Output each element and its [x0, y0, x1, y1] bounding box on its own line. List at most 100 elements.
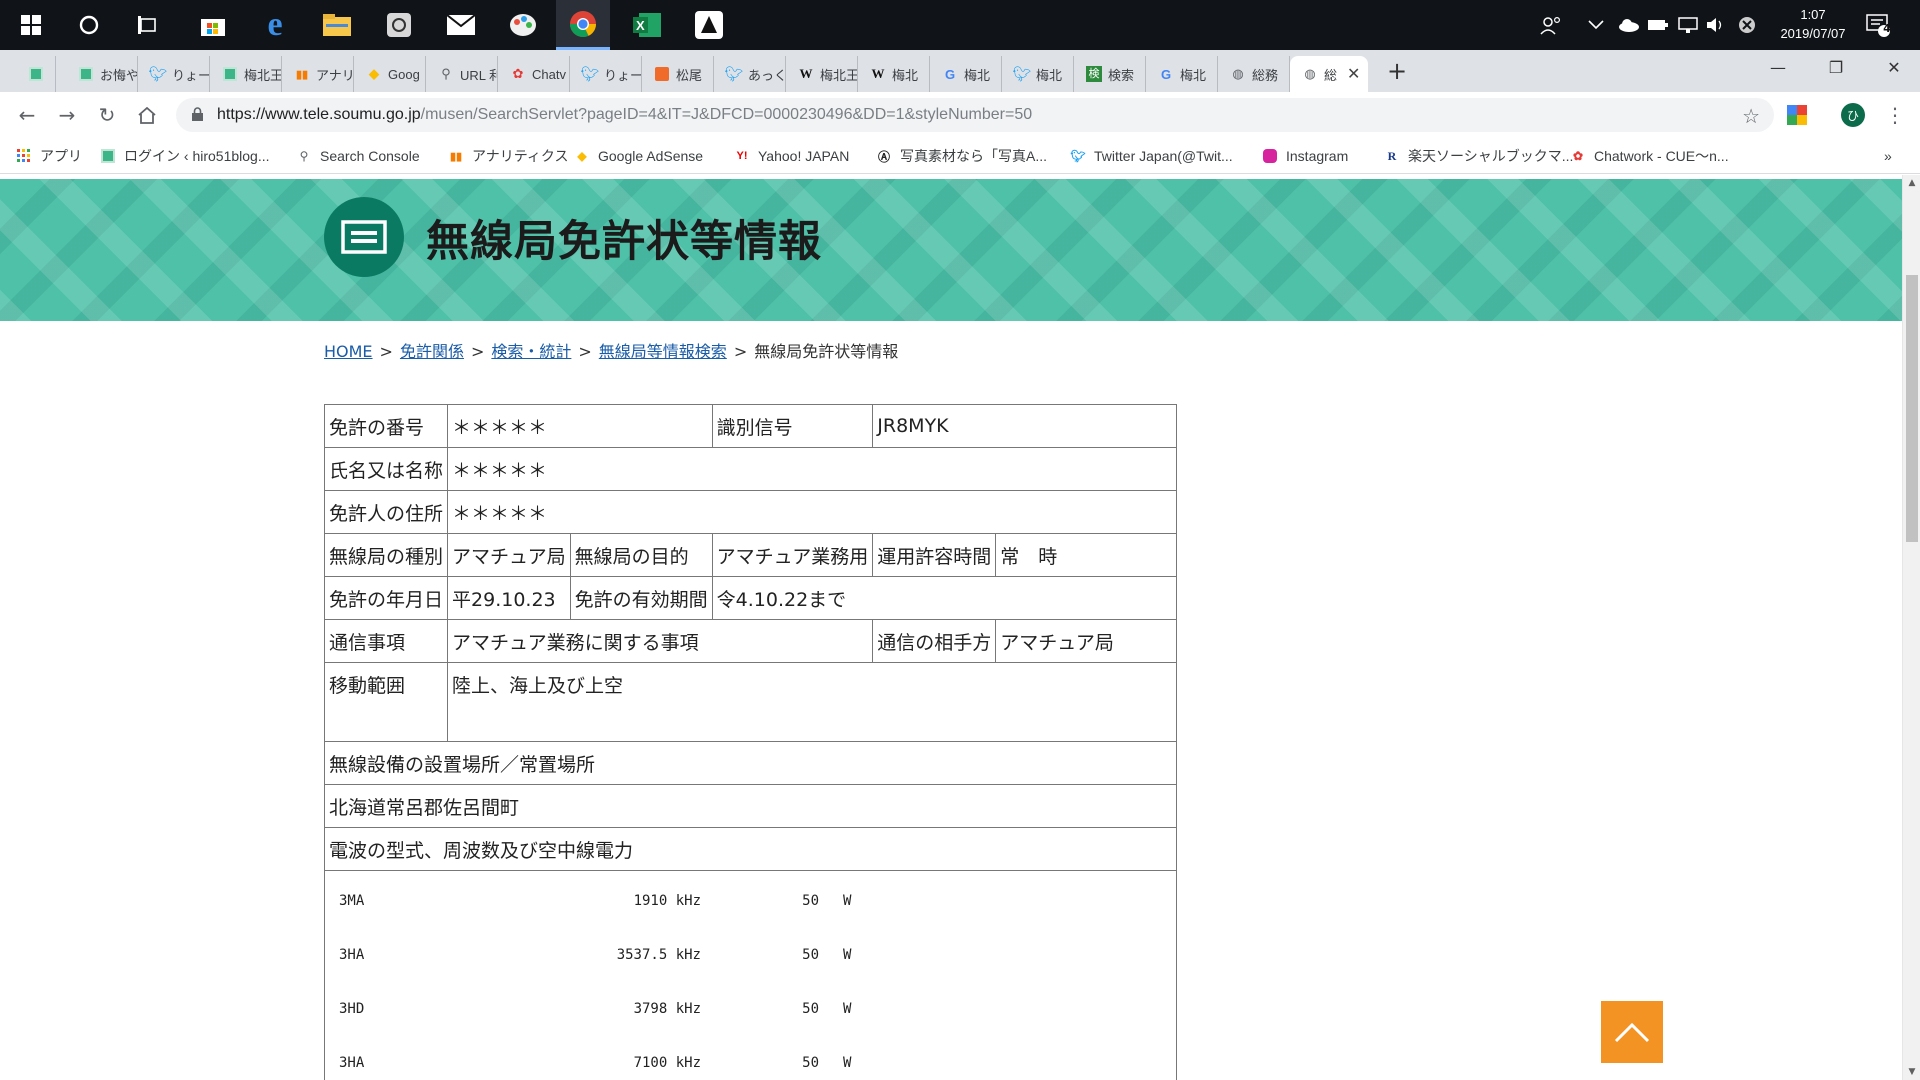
people-icon[interactable] — [1540, 0, 1562, 50]
page-scrollbar[interactable]: ▲ ▼ — [1902, 175, 1920, 1080]
bookmark-item[interactable]: ログイン ‹ hiro51blog... — [100, 146, 270, 166]
mobile-range-value: 陸上、海上及び上空 — [447, 662, 1177, 742]
tab-label: Chatv — [532, 66, 566, 82]
breadcrumb-home[interactable]: HOME — [324, 342, 373, 361]
ime-off-icon[interactable] — [1738, 0, 1756, 50]
bookmark-item[interactable]: Y! Yahoo! JAPAN — [734, 146, 850, 166]
bookmark-item[interactable]: アプリ — [16, 146, 82, 166]
browser-tab[interactable]: G 梅北 — [930, 56, 1002, 92]
svg-text:X: X — [636, 18, 645, 33]
bookmarks-overflow-button[interactable]: » — [1884, 146, 1892, 166]
app-icon[interactable] — [682, 0, 736, 50]
tab-label: 梅北 — [1036, 67, 1063, 83]
task-view-icon[interactable] — [122, 0, 176, 50]
location-value: 北海道常呂郡佐呂間町 — [324, 784, 1177, 828]
extension-icon[interactable] — [1782, 100, 1812, 130]
action-center-icon[interactable]: 4 — [1866, 0, 1891, 50]
volume-icon[interactable] — [1706, 0, 1726, 50]
emission-type: 3HA — [339, 947, 365, 963]
emission-power: 50 — [802, 1001, 819, 1017]
bookmark-item[interactable]: R 楽天ソーシャルブックマ... — [1384, 146, 1574, 166]
close-window-icon[interactable]: ✕ — [1864, 50, 1920, 84]
mail-icon[interactable] — [434, 0, 488, 50]
browser-tab[interactable]: W 梅北王 — [786, 56, 858, 92]
minimize-window-icon[interactable]: — — [1748, 50, 1808, 84]
cortana-search-icon[interactable] — [62, 0, 116, 50]
browser-tab[interactable]: ◍ 総務 — [1218, 56, 1290, 92]
breadcrumb-separator: > — [379, 342, 393, 361]
bookmark-item[interactable]: Ⓐ 写真素材なら「写真A... — [876, 146, 1047, 166]
emission-row: 3HA 3537.5 kHz 50 W — [325, 925, 1176, 979]
browser-tab[interactable]: 検検索 — [1074, 56, 1146, 92]
windows-start-icon[interactable] — [4, 0, 58, 50]
edge-icon[interactable]: e — [248, 0, 302, 50]
paint-3d-icon[interactable] — [496, 0, 550, 50]
address-bar[interactable]: https://www.tele.soumu.go.jp/musen/Searc… — [176, 98, 1774, 132]
bookmark-item[interactable]: ✿ Chatwork - CUE～n... — [1570, 146, 1729, 166]
back-to-top-button[interactable] — [1601, 1001, 1663, 1063]
tab-active[interactable]: ◍ 総 ✕ — [1290, 56, 1368, 92]
bookmark-star-icon[interactable]: ☆ — [1742, 104, 1760, 129]
breadcrumb-musenkyoku[interactable]: 無線局等情報検索 — [599, 342, 727, 361]
restore-window-icon[interactable]: ❐ — [1806, 50, 1866, 84]
license-number-label: 免許の番号 — [323, 404, 449, 448]
menu-icon[interactable]: ⋮ — [1880, 100, 1910, 130]
browser-tab[interactable] — [16, 56, 56, 92]
browser-tab[interactable]: W 梅北 — [858, 56, 930, 92]
table-row: 無線設備の設置場所／常置場所 — [324, 741, 1177, 785]
purpose-label: 無線局の目的 — [569, 533, 713, 577]
table-row: 移動範囲 陸上、海上及び上空 — [323, 662, 1177, 742]
profile-avatar[interactable]: ひ — [1838, 100, 1868, 130]
close-tab-icon[interactable]: ✕ — [1347, 64, 1360, 84]
breadcrumb: HOME > 免許関係 > 検索・統計 > 無線局等情報検索 > 無線局免許状等情報 — [324, 338, 898, 362]
new-tab-button[interactable]: + — [1382, 56, 1412, 86]
bookmark-item[interactable]: ◆ Google AdSense — [574, 146, 703, 166]
tab-label: あっく/ — [748, 67, 786, 83]
license-info-table: 免許の番号 ＊＊＊＊＊ 識別信号 JR8MYK 氏名又は名称 ＊＊＊＊＊ 免許人… — [323, 404, 1178, 1080]
store-icon[interactable] — [186, 0, 240, 50]
system-clock[interactable]: 1:07 2019/07/07 — [1768, 5, 1858, 43]
browser-tab[interactable]: ▮▮ アナリテ — [282, 56, 354, 92]
url-path: /musen/SearchServlet?pageID=4&IT=J&DFCD=… — [420, 106, 1033, 123]
browser-tab[interactable]: 🐦︎りょーさ — [138, 56, 210, 92]
browser-tab[interactable]: 🐦︎あっく/ — [714, 56, 786, 92]
back-icon[interactable]: ← — [12, 100, 42, 130]
bookmark-item[interactable]: Instagram — [1262, 146, 1348, 166]
location-label: 無線設備の設置場所／常置場所 — [324, 741, 1177, 785]
browser-tab[interactable]: ◆ Goog — [354, 56, 426, 92]
scroll-up-arrow-icon[interactable]: ▲ — [1903, 175, 1920, 191]
snipping-tool-icon[interactable] — [372, 0, 426, 50]
browser-tab[interactable]: 松尾 — [642, 56, 714, 92]
rakuten-icon: R — [1387, 148, 1397, 163]
scrollbar-thumb[interactable] — [1906, 275, 1918, 542]
chrome-icon[interactable] — [556, 0, 610, 50]
excel-icon[interactable]: X — [620, 0, 674, 50]
home-icon[interactable] — [132, 100, 162, 130]
cloud-icon[interactable] — [1618, 0, 1640, 50]
browser-tab[interactable]: 🐦︎ 梅北 — [1002, 56, 1074, 92]
browser-tab[interactable]: G 梅北 — [1146, 56, 1218, 92]
reload-icon[interactable]: ↻ — [92, 100, 122, 130]
bookmark-item[interactable]: 🐦︎ Twitter Japan(@Twit... — [1070, 146, 1232, 166]
communication-value: アマチュア業務に関する事項 — [447, 619, 874, 663]
lock-icon[interactable] — [192, 106, 203, 124]
chevron-up-icon[interactable] — [1588, 0, 1604, 50]
network-icon[interactable] — [1678, 0, 1698, 50]
browser-tab[interactable]: ⚲ URL 利 — [426, 56, 498, 92]
browser-tab[interactable]: お悔や — [66, 56, 138, 92]
forward-icon[interactable]: → — [52, 100, 82, 130]
browser-tab[interactable]: 🐦︎りょー( — [570, 56, 642, 92]
browser-tab[interactable]: 梅北王 — [210, 56, 282, 92]
battery-icon[interactable] — [1648, 0, 1668, 50]
emission-list-body: 3MA 1910 kHz 50 W 3HA 3537.5 kHz 50 W 3HD 3798 kH… — [325, 871, 1176, 1080]
bookmark-item[interactable]: ⚲ Search Console — [296, 146, 420, 166]
emission-type: 3HD — [339, 1001, 365, 1017]
breadcrumb-menkyo[interactable]: 免許関係 — [400, 342, 464, 361]
breadcrumb-kensaku[interactable]: 検索・統計 — [491, 342, 571, 361]
scroll-down-arrow-icon[interactable]: ▼ — [1903, 1064, 1920, 1080]
adsense-icon: ◆ — [577, 149, 587, 163]
bookmark-item[interactable]: ▮▮ アナリティクス — [448, 146, 569, 166]
emission-power: 50 — [802, 1055, 819, 1071]
file-explorer-icon[interactable] — [310, 0, 364, 50]
browser-tab[interactable]: ✿ Chatv — [498, 56, 570, 92]
